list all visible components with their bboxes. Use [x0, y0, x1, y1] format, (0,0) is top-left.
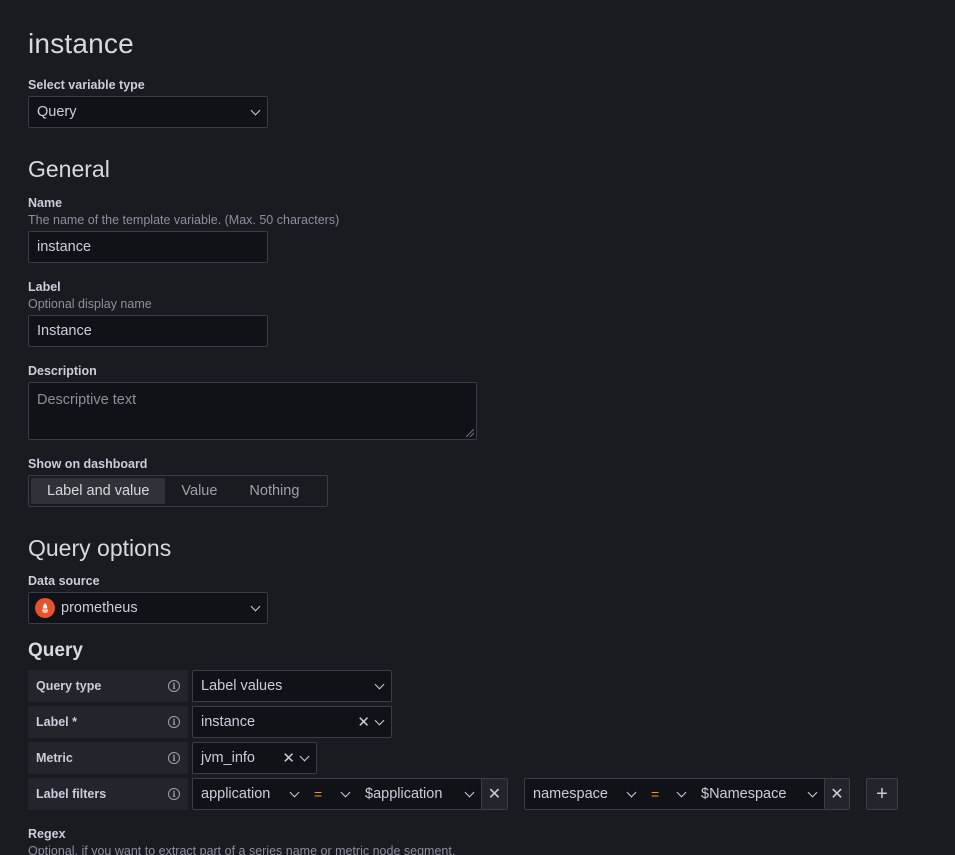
- name-description: The name of the template variable. (Max.…: [28, 213, 340, 227]
- filter-value-value: $Namespace: [701, 786, 787, 802]
- clear-icon[interactable]: ✕: [282, 749, 295, 767]
- chevron-down-icon: [250, 601, 261, 611]
- info-icon[interactable]: i: [168, 680, 180, 692]
- query-type-value: Label values: [201, 678, 283, 694]
- remove-filter-button[interactable]: ✕: [824, 778, 850, 810]
- label-description: Optional display name: [28, 297, 152, 311]
- filter-operator-select[interactable]: =: [643, 778, 694, 810]
- variable-type-value: Query: [37, 104, 77, 120]
- metric-select[interactable]: jvm_info ✕: [192, 742, 317, 774]
- variable-type-select[interactable]: Query: [28, 96, 268, 128]
- show-on-dashboard-label: Show on dashboard: [28, 457, 148, 471]
- radio-label-and-value[interactable]: Label and value: [31, 478, 166, 504]
- data-source-label: Data source: [28, 574, 100, 588]
- add-filter-button[interactable]: +: [866, 778, 898, 810]
- chevron-down-icon: [374, 715, 385, 725]
- general-title: General: [28, 156, 110, 182]
- filter-value-select[interactable]: $Namespace: [693, 778, 825, 810]
- filter-key-select[interactable]: namespace: [524, 778, 644, 810]
- label-input-value: Instance: [37, 323, 92, 339]
- filter-value-select[interactable]: $application: [357, 778, 482, 810]
- filter-operator-value: =: [651, 786, 660, 802]
- description-textarea[interactable]: Descriptive text: [28, 382, 477, 440]
- label-input[interactable]: Instance: [28, 315, 268, 347]
- description-placeholder: Descriptive text: [37, 392, 137, 408]
- regex-label: Regex: [28, 827, 66, 841]
- name-input[interactable]: instance: [28, 231, 268, 263]
- query-type-row-label: Query type i: [28, 670, 188, 702]
- label-filters-row-label: Label filters i: [28, 778, 188, 810]
- query-type-select[interactable]: Label values: [192, 670, 392, 702]
- filter-key-value: namespace: [533, 786, 608, 802]
- variable-type-label: Select variable type: [28, 78, 145, 92]
- filter-operator-value: =: [314, 786, 323, 802]
- query-type-label: Query type: [36, 679, 102, 693]
- query-options-title: Query options: [28, 535, 172, 561]
- label-row-text: Label *: [36, 715, 77, 729]
- label-select-value: instance: [201, 714, 256, 730]
- page-title: instance: [28, 28, 134, 59]
- close-icon: ✕: [487, 786, 502, 803]
- chevron-down-icon: [807, 787, 818, 797]
- chevron-down-icon: [289, 787, 300, 797]
- resize-handle-icon[interactable]: [466, 429, 474, 437]
- metric-label: Metric: [36, 751, 73, 765]
- label-select[interactable]: instance ✕: [192, 706, 392, 738]
- chevron-down-icon: [676, 787, 687, 797]
- prometheus-icon: [35, 598, 55, 618]
- data-source-value: prometheus: [61, 600, 138, 616]
- clear-icon[interactable]: ✕: [357, 713, 370, 731]
- remove-filter-button[interactable]: ✕: [481, 778, 508, 810]
- chevron-down-icon: [464, 787, 475, 797]
- data-source-select[interactable]: prometheus: [28, 592, 268, 624]
- plus-icon: +: [876, 782, 888, 805]
- description-label: Description: [28, 364, 97, 378]
- info-icon[interactable]: i: [168, 716, 180, 728]
- chevron-down-icon: [626, 787, 637, 797]
- filter-value-value: $application: [365, 786, 443, 802]
- radio-value[interactable]: Value: [165, 478, 233, 504]
- name-label: Name: [28, 196, 63, 210]
- metric-value: jvm_info: [201, 750, 255, 766]
- regex-description: Optional, if you want to extract part of…: [28, 844, 456, 855]
- name-input-value: instance: [37, 239, 92, 255]
- label-filters-label: Label filters: [36, 787, 107, 801]
- show-on-dashboard-radio-group: Label and value Value Nothing: [28, 475, 328, 507]
- chevron-down-icon: [299, 751, 310, 761]
- label-label: Label: [28, 280, 61, 294]
- info-icon[interactable]: i: [168, 788, 180, 800]
- info-icon[interactable]: i: [168, 752, 180, 764]
- label-row-label: Label * i: [28, 706, 188, 738]
- filter-operator-select[interactable]: =: [306, 778, 358, 810]
- close-icon: ✕: [830, 786, 844, 803]
- chevron-down-icon: [340, 787, 351, 797]
- query-subtitle: Query: [28, 640, 83, 661]
- filter-key-select[interactable]: application: [192, 778, 307, 810]
- chevron-down-icon: [250, 105, 261, 115]
- chevron-down-icon: [374, 679, 385, 689]
- radio-nothing[interactable]: Nothing: [233, 478, 315, 504]
- metric-row-label: Metric i: [28, 742, 188, 774]
- filter-key-value: application: [201, 786, 271, 802]
